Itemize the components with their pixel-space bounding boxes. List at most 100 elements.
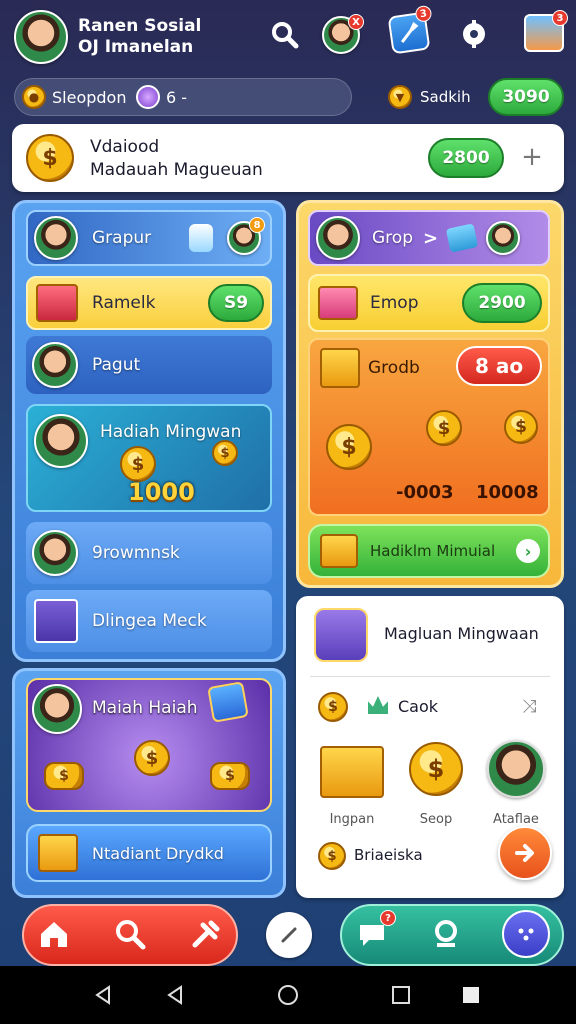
footer-arrow-button[interactable] [498,826,552,880]
left-row-ramelk[interactable]: Ramelk S9 [26,276,272,330]
button-chest-icon [320,534,358,568]
gift-bag-icon [36,284,78,322]
divider [310,676,550,677]
emop-label: Emop [370,293,419,313]
banner-button[interactable]: 2800 [428,138,504,178]
emop-button[interactable]: 2900 [462,283,542,323]
reward-avatar [34,414,88,468]
item-seop[interactable]: $ Seop [400,738,472,830]
grop-arrow: > [422,227,439,249]
gem-value: 6 - [166,88,188,107]
chat-badge: ? [380,910,396,926]
trophy-label: Sadkih [420,88,471,106]
stop-icon[interactable] [456,980,486,1010]
ataflae-avatar [487,740,545,798]
total-button[interactable]: 3090 [488,78,564,116]
row4-avatar [32,530,78,576]
ramelk-label: Ramelk [92,293,156,313]
ataflae-label: Ataflae [493,812,539,827]
settings-icon[interactable] [458,18,490,50]
banner-subtitle: Madauah Magueuan [90,160,263,180]
right-bottom-button[interactable]: Hadiklm Mimuial › [308,524,550,578]
back-alt-icon[interactable] [160,980,190,1010]
left-bottom-button[interactable]: Ntadiant Drydkd [26,824,272,882]
gift-cards-icon[interactable]: 3 [524,10,568,52]
banner-coin-icon: $ [26,134,74,182]
row4-label: 9rowmnsk [92,543,180,563]
gold-value2: 10008 [476,482,539,503]
friend-avatar-icon[interactable]: X [322,14,364,54]
left-row-pagut[interactable]: Pagut [26,336,272,394]
tools-icon[interactable]: 3 [387,4,433,55]
header-title-line1: Ranen Sosial [78,16,202,36]
friend-badge: X [348,14,364,30]
left-row-grapur[interactable]: Grapur 8 [26,210,272,266]
grop-label: Grop [372,228,413,248]
edit-icon[interactable] [266,912,312,958]
tools-nav-icon[interactable] [184,912,228,956]
back-icon[interactable] [88,980,118,1010]
coin-icon: ● [22,85,46,109]
ingpan-chest-icon [320,746,384,798]
frame-icon [34,599,78,643]
grapur-friend-avatar: 8 [227,217,266,255]
ramelk-button[interactable]: S9 [208,284,264,322]
chat-icon[interactable]: ? [350,910,396,956]
header-title-block: Ranen Sosial OJ Imanelan [78,16,201,58]
bottle-icon [189,224,214,252]
profile-avatar[interactable] [14,10,68,64]
item-ataflae[interactable]: Ataflae [480,738,552,830]
gold-card[interactable]: Grodb 8 ao $ $ $ -0003 10008 [308,338,550,516]
right-bottom-title: Magluan Mingwaan [384,624,539,643]
row5-label: Dlingea Meck [92,611,207,631]
reward-title: Hadiah Mingwan [100,422,242,442]
purple-left-coin: $ [44,762,84,790]
reward-coin-icon-small: $ [212,440,238,466]
search-nav-icon[interactable] [108,912,152,956]
home-circle-icon[interactable] [273,980,303,1010]
pagut-avatar [32,342,78,388]
right-row-grop[interactable]: Grop > [308,210,550,266]
magluan-icon [314,608,368,662]
grop-friend-avatar [486,221,521,255]
grapur-label: Grapur [92,228,152,248]
gold-coin-icon-1: $ [326,424,372,470]
cards-badge: 3 [552,10,568,26]
gem-icon [136,85,160,109]
location-icon[interactable] [424,912,468,956]
recents-icon[interactable] [386,980,416,1010]
search-icon[interactable] [268,18,302,52]
item-ingpan[interactable]: Ingpan [316,738,388,830]
trophy-icon: ▼ [388,85,412,109]
left-row-dlingea[interactable]: Dlingea Meck [26,590,272,652]
purple-center-coin: $ [134,740,170,776]
header-title-line2: OJ Imanelan [78,37,194,57]
seop-label: Seop [419,812,453,827]
reward-coin-icon: $ [120,446,156,482]
chest-icon [320,348,360,388]
cash-label: Caok [398,697,439,716]
reward-amount: 1000 [128,478,195,506]
banner-title: Vdaiood [90,137,160,157]
home-icon[interactable] [32,912,76,956]
star-badge-icon [207,681,249,723]
grapur-avatar [34,216,78,260]
chest-pink-icon [318,286,358,320]
plus-button[interactable]: + [518,142,546,172]
gold-coin-icon-3: $ [504,410,538,444]
weekly-reward-card[interactable]: Hadiah Mingwan $ $ 1000 [26,404,272,512]
right-row-emop[interactable]: Emop 2900 [308,274,550,332]
more-icon[interactable] [502,910,550,958]
purple-right-coin: $ [210,762,250,790]
left-bottom-chest-icon [38,834,78,872]
gold-button[interactable]: 8 ao [456,346,542,386]
gold-coin-icon-2: $ [426,410,462,446]
gift-icon [445,223,479,253]
shuffle-icon[interactable]: ⤨ [522,696,536,717]
left-row-9rowmnsk[interactable]: 9rowmnsk [26,522,272,584]
arrow-right-icon: › [516,539,540,563]
coin-label: Sleopdon [52,88,127,107]
ingpan-label: Ingpan [329,812,375,827]
purple-card-avatar [32,684,82,734]
cash-coin-icon: $ [318,692,348,722]
